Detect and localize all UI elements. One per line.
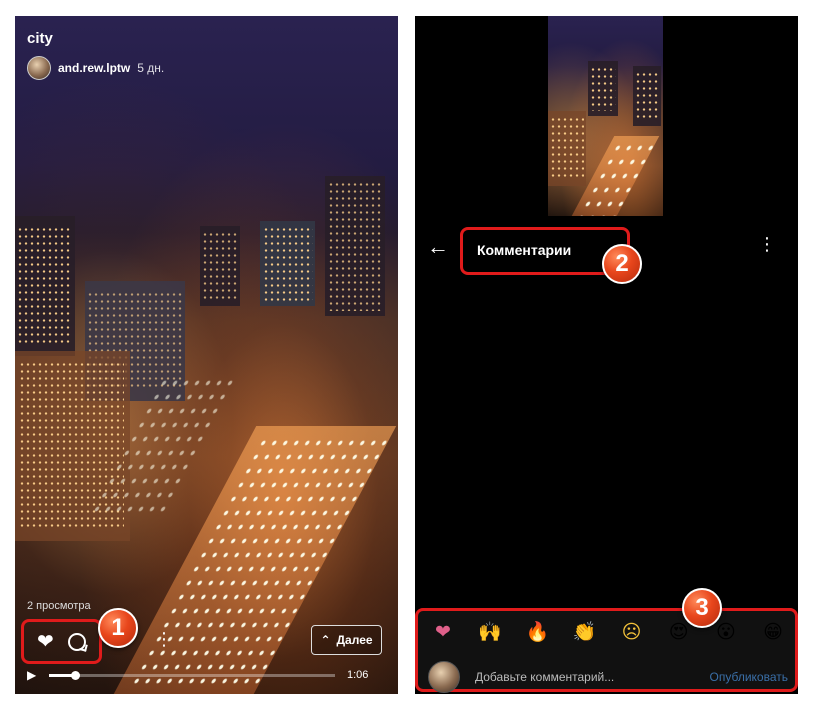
step-marker-3: 3 — [682, 588, 722, 628]
actions-highlight: ❤ — [21, 619, 102, 664]
post-time: 5 дн. — [137, 61, 165, 75]
video-duration: 1:06 — [347, 669, 369, 681]
step-marker-1: 1 — [98, 608, 138, 648]
step-marker-2: 2 — [602, 244, 642, 284]
progress-track[interactable] — [49, 670, 335, 680]
chevron-up-icon: ⌃ — [320, 633, 331, 647]
emoji-heart-eyes[interactable]: 😍 — [664, 621, 694, 645]
next-button-label: Далее — [336, 633, 373, 647]
progress-knob[interactable] — [70, 670, 80, 680]
next-button[interactable]: ⌃ Далее — [311, 625, 382, 655]
emoji-clap[interactable]: 👏 — [569, 621, 599, 645]
video-frame[interactable] — [15, 16, 398, 694]
kebab-menu-icon[interactable]: ⋮ — [758, 234, 776, 255]
view-count: 2 просмотра — [27, 600, 91, 612]
comment-icon[interactable] — [67, 632, 86, 651]
comment-composer: ❤ 🙌 🔥 👏 ☹ 😍 😮 😁 Добавьте комментарий... … — [415, 608, 798, 693]
user-avatar — [428, 661, 460, 693]
emoji-fire[interactable]: 🔥 — [522, 621, 552, 645]
author-avatar[interactable] — [27, 56, 51, 80]
comment-input-row: Добавьте комментарий... Опубликовать — [428, 661, 788, 693]
video-viewer: city and.rew.lptw 5 дн. 2 просмотра ❤ ⋮ … — [15, 16, 398, 694]
comments-screen: ← Комментарии ⋮ ❤ 🙌 🔥 👏 ☹ 😍 😮 😁 Добавьте… — [415, 16, 798, 694]
author-name[interactable]: and.rew.lptw — [58, 61, 130, 75]
play-icon[interactable]: ▶ — [27, 668, 43, 682]
publish-button[interactable]: Опубликовать — [710, 670, 788, 684]
comments-title: Комментарии — [477, 242, 572, 258]
back-arrow-icon[interactable]: ← — [427, 234, 449, 260]
playback-bar: ▶ 1:06 — [27, 668, 387, 682]
emoji-reactions: ❤ 🙌 🔥 👏 ☹ 😍 😮 😁 — [428, 621, 788, 645]
more-options-icon[interactable]: ⋮ — [155, 630, 173, 648]
author-row[interactable]: and.rew.lptw 5 дн. — [27, 56, 164, 80]
video-title: city — [27, 30, 53, 47]
emoji-sad[interactable]: ☹ — [617, 621, 647, 645]
emoji-surprised[interactable]: 😮 — [711, 621, 741, 645]
emoji-raised-hands[interactable]: 🙌 — [475, 621, 505, 645]
comment-input[interactable]: Добавьте комментарий... — [475, 670, 710, 684]
emoji-grin[interactable]: 😁 — [758, 621, 788, 645]
video-thumbnail[interactable] — [548, 16, 663, 216]
emoji-heart[interactable]: ❤ — [428, 621, 458, 645]
heart-icon[interactable]: ❤ — [37, 632, 54, 652]
